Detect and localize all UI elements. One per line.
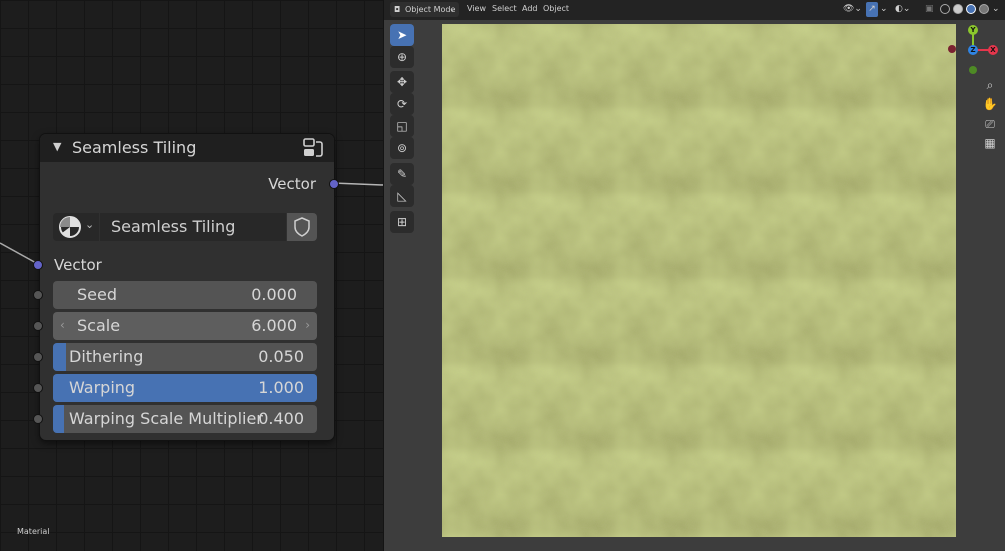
move-icon: ✥ xyxy=(396,75,408,89)
warping-scale-multiplier-socket[interactable] xyxy=(33,414,43,424)
chevron-left-icon[interactable]: ‹ xyxy=(60,318,65,332)
warping-label: Warping xyxy=(69,378,136,397)
annotate-tool[interactable]: ✎ xyxy=(390,163,414,185)
warping-scale-multiplier-label: Warping Scale Multiplier xyxy=(69,409,263,428)
seed-socket[interactable] xyxy=(33,290,43,300)
scale-label: Scale xyxy=(77,316,121,335)
gizmo-neg-y-axis[interactable] xyxy=(969,66,977,74)
crosshair-icon: ⊕ xyxy=(396,50,408,64)
view-object-types-icon[interactable]: 👁⌄ xyxy=(843,2,862,17)
warping-scale-multiplier-fill xyxy=(53,405,64,433)
pencil-icon: ✎ xyxy=(396,167,408,181)
camera-icon[interactable]: ⎚ xyxy=(982,116,998,132)
node-title: Seamless Tiling xyxy=(72,138,197,157)
menu-add[interactable]: Add xyxy=(522,4,538,13)
add-cube-icon: ⊞ xyxy=(396,215,408,229)
overlays-icon[interactable]: ◐⌄ xyxy=(895,2,910,17)
chevron-down-icon: ⌄ xyxy=(449,5,455,13)
editor-context-label: Material xyxy=(17,527,50,536)
gizmo-neg-x-axis[interactable] xyxy=(948,45,956,53)
object-mode-icon: ◘ xyxy=(394,5,401,14)
cursor-tool[interactable]: ⊕ xyxy=(390,46,414,68)
menu-select[interactable]: Select xyxy=(492,4,517,13)
node-tree-icon xyxy=(59,216,81,238)
fake-user-button[interactable] xyxy=(287,213,317,241)
warping-socket[interactable] xyxy=(33,383,43,393)
transform-icon: ⊚ xyxy=(396,141,408,155)
object-mode-label: Object Mode xyxy=(405,5,456,14)
dithering-slider[interactable]: Dithering 0.050 xyxy=(53,343,317,371)
dithering-value: 0.050 xyxy=(258,347,304,366)
warping-scale-multiplier-value: 0.400 xyxy=(258,409,304,428)
grid-ortho-icon[interactable]: ▦ xyxy=(982,135,998,151)
node-group-name[interactable]: Seamless Tiling xyxy=(100,213,286,241)
scale-icon: ◱ xyxy=(396,119,408,133)
output-link xyxy=(332,182,383,186)
cursor-icon: ➤ xyxy=(396,28,408,42)
seed-field[interactable]: Seed 0.000 xyxy=(53,281,317,309)
zoom-icon[interactable]: ⌕ xyxy=(982,77,998,93)
xray-toggle-icon[interactable]: ▣ xyxy=(925,2,934,17)
textured-plane xyxy=(442,24,956,537)
material-preview-shading-icon[interactable] xyxy=(966,4,976,14)
dithering-label: Dithering xyxy=(69,347,144,366)
node-group-selector[interactable]: ⌄ Seamless Tiling xyxy=(53,213,317,241)
dithering-socket[interactable] xyxy=(33,352,43,362)
warping-value: 1.000 xyxy=(258,378,304,397)
wireframe-shading-icon[interactable] xyxy=(940,4,950,14)
collapse-triangle-icon[interactable]: ▼ xyxy=(53,140,61,153)
viewport-header: ◘ Object Mode ⌄ View Select Add Object 👁… xyxy=(384,0,1005,20)
scale-value: 6.000 xyxy=(251,316,297,335)
menu-object[interactable]: Object xyxy=(543,4,569,13)
select-box-tool[interactable]: ➤ xyxy=(390,24,414,46)
output-vector-socket[interactable] xyxy=(329,179,339,189)
rotate-tool[interactable]: ⟳ xyxy=(390,93,414,115)
output-vector-label: Vector xyxy=(268,175,316,193)
gizmo-x-axis[interactable]: X xyxy=(988,45,998,55)
input-vector-socket[interactable] xyxy=(33,260,43,270)
gizmo-z-axis[interactable]: Z xyxy=(968,45,978,55)
transform-tool[interactable]: ⊚ xyxy=(390,137,414,159)
input-vector-label: Vector xyxy=(54,256,102,274)
chevron-down-icon: ⌄ xyxy=(85,218,95,231)
menu-view[interactable]: View xyxy=(467,4,486,13)
node-header[interactable]: ▼ Seamless Tiling xyxy=(40,134,334,162)
object-mode-dropdown[interactable]: ◘ Object Mode ⌄ xyxy=(390,2,459,17)
rendered-shading-icon[interactable] xyxy=(979,4,989,14)
chevron-down-icon[interactable]: ⌄ xyxy=(992,2,1000,17)
scale-socket[interactable] xyxy=(33,321,43,331)
dithering-fill xyxy=(53,343,67,371)
rotate-icon: ⟳ xyxy=(396,97,408,111)
gizmo-y-axis[interactable]: Y xyxy=(968,25,978,35)
node-editor[interactable]: ▼ Seamless Tiling Vector ⌄ Seamless Tili… xyxy=(0,0,383,551)
chevron-right-icon[interactable]: › xyxy=(305,318,310,332)
node-group-icon[interactable] xyxy=(302,137,324,159)
scale-tool[interactable]: ◱ xyxy=(390,115,414,137)
warping-scale-multiplier-slider[interactable]: Warping Scale Multiplier 0.400 xyxy=(53,405,317,433)
chevron-down-icon[interactable]: ⌄ xyxy=(880,2,888,17)
add-cube-tool[interactable]: ⊞ xyxy=(390,211,414,233)
ruler-icon: ◺ xyxy=(397,189,407,203)
node-group-browse-button[interactable]: ⌄ xyxy=(53,213,99,241)
hand-pan-icon[interactable]: ✋ xyxy=(982,96,998,112)
seed-value: 0.000 xyxy=(251,285,297,304)
input-link xyxy=(0,242,39,265)
move-tool[interactable]: ✥ xyxy=(390,71,414,93)
seed-label: Seed xyxy=(77,285,117,304)
scale-field[interactable]: ‹ Scale 6.000 › xyxy=(53,312,317,340)
gizmo-toggle-icon[interactable]: ↗ xyxy=(866,2,878,17)
seamless-tiling-node[interactable]: ▼ Seamless Tiling Vector ⌄ Seamless Tili… xyxy=(33,134,339,440)
measure-tool[interactable]: ◺ xyxy=(390,185,414,207)
shield-icon xyxy=(294,217,310,237)
warping-slider[interactable]: Warping 1.000 xyxy=(53,374,317,402)
solid-shading-icon[interactable] xyxy=(953,4,963,14)
3d-viewport[interactable]: ◘ Object Mode ⌄ View Select Add Object 👁… xyxy=(383,0,1005,551)
